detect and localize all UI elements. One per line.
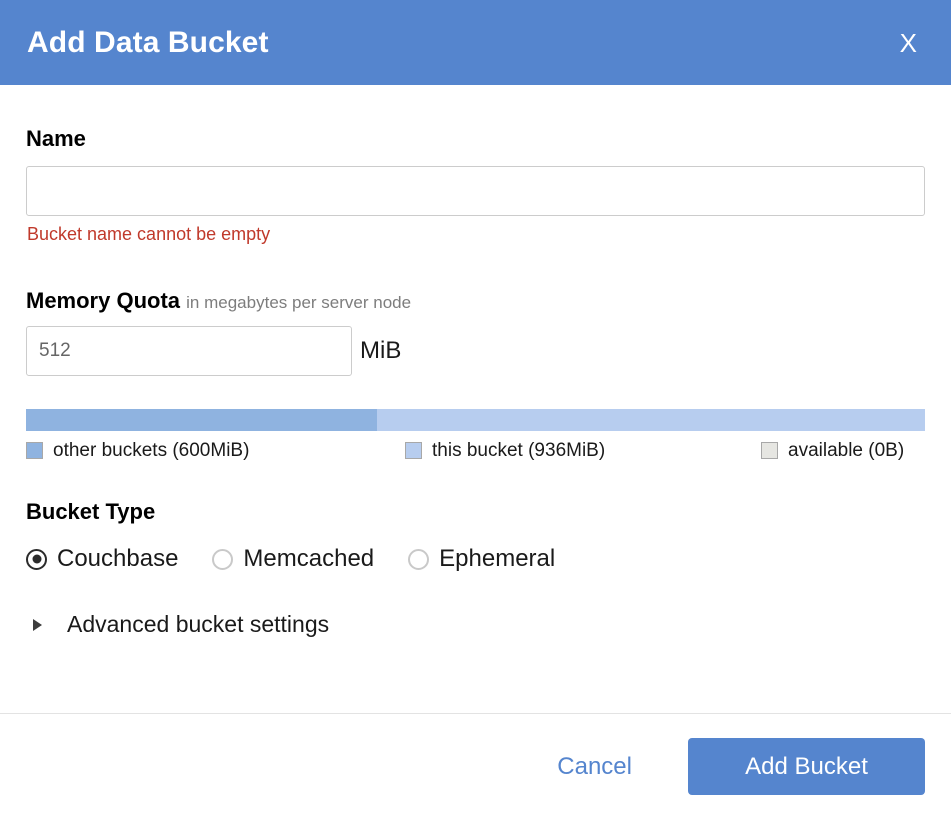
add-data-bucket-dialog: Add Data Bucket X Name Bucket name canno… [0,0,951,819]
bucket-type-option-ephemeral[interactable]: Ephemeral [408,547,555,571]
triangle-right-icon [33,619,42,631]
bucket-type-label: Bucket Type [26,501,155,523]
advanced-bucket-settings-label: Advanced bucket settings [67,613,329,636]
memory-bar-segment-other [26,409,377,431]
bucket-type-label-ephemeral: Ephemeral [439,547,555,571]
legend-swatch-other-buckets [26,442,43,459]
radio-icon-ephemeral [408,549,429,570]
memory-quota-label: Memory Quota in megabytes per server nod… [26,290,411,312]
legend-swatch-available [761,442,778,459]
bucket-type-label-memcached: Memcached [243,547,374,571]
dialog-footer: Cancel Add Bucket [0,714,951,819]
legend-label-available: available (0B) [788,441,904,460]
cancel-button[interactable]: Cancel [543,745,646,789]
add-bucket-button[interactable]: Add Bucket [688,738,925,795]
memory-quota-hint: in megabytes per server node [186,293,411,312]
dialog-header: Add Data Bucket X [0,0,951,85]
bucket-type-radio-group: Couchbase Memcached Ephemeral [26,543,555,575]
name-error-message: Bucket name cannot be empty [27,225,270,243]
bucket-type-label-couchbase: Couchbase [57,547,178,571]
memory-quota-input[interactable] [26,326,352,376]
radio-icon-memcached [212,549,233,570]
bucket-type-option-memcached[interactable]: Memcached [212,547,374,571]
memory-usage-bar [26,409,925,431]
advanced-bucket-settings-toggle[interactable]: Advanced bucket settings [33,613,329,636]
close-icon[interactable]: X [896,30,921,56]
memory-bar-segment-this [377,409,925,431]
name-label: Name [26,128,86,150]
dialog-title: Add Data Bucket [27,28,269,58]
radio-icon-couchbase [26,549,47,570]
memory-quota-unit: MiB [360,339,401,363]
legend-swatch-this-bucket [405,442,422,459]
legend-item-this-bucket: this bucket (936MiB) [405,441,605,460]
legend-label-other-buckets: other buckets (600MiB) [53,441,249,460]
legend-label-this-bucket: this bucket (936MiB) [432,441,605,460]
bucket-name-input[interactable] [26,166,925,216]
legend-item-available: available (0B) [761,441,904,460]
bucket-type-option-couchbase[interactable]: Couchbase [26,547,178,571]
legend-item-other-buckets: other buckets (600MiB) [26,441,249,460]
memory-quota-label-text: Memory Quota [26,288,180,313]
dialog-body: Name Bucket name cannot be empty Memory … [0,85,951,713]
memory-bar-legend: other buckets (600MiB) this bucket (936M… [26,441,925,465]
